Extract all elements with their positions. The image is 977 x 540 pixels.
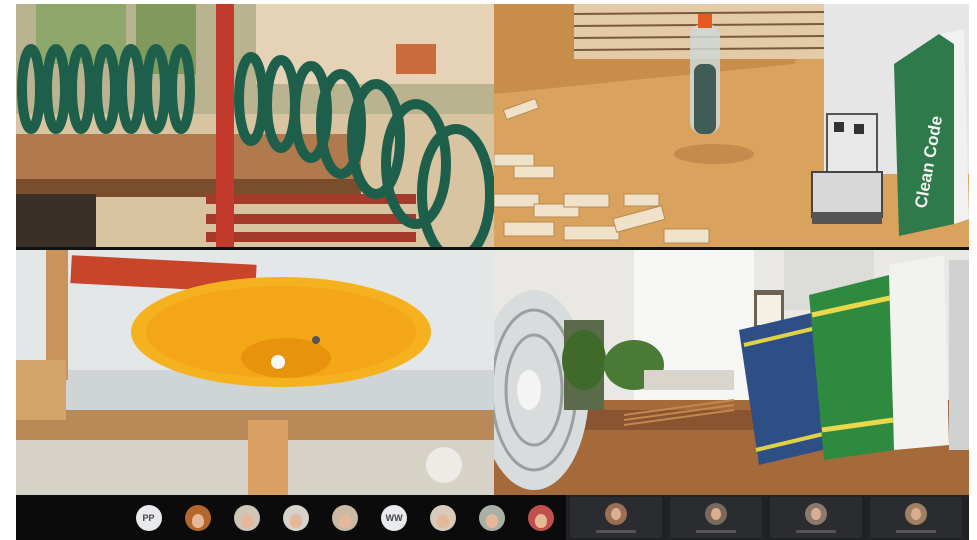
participant-slot[interactable]: PP	[124, 495, 173, 540]
participant-slot[interactable]: WW	[370, 495, 419, 540]
avatar	[479, 504, 506, 531]
avatar: WW	[381, 504, 408, 531]
video-thumbnail	[570, 497, 662, 538]
participant-slot[interactable]	[419, 495, 468, 540]
avatar: PP	[135, 504, 162, 531]
video-thumbnail	[870, 497, 962, 538]
avatar	[184, 504, 211, 531]
participant-slot[interactable]	[517, 495, 566, 540]
participant-video-thumb[interactable]	[566, 495, 666, 540]
video-call-grid: Clean Code PP WW	[16, 4, 969, 540]
participant-video-thumbnails	[566, 495, 969, 540]
participant-slot[interactable]	[468, 495, 517, 540]
avatar	[233, 504, 260, 531]
avatar	[331, 504, 358, 531]
avatar	[430, 504, 457, 531]
bottle-robot-scene: Clean Code	[494, 4, 969, 247]
avatar-initials: PP	[142, 512, 155, 523]
video-tile-fan-books[interactable]	[494, 250, 969, 495]
participant-slot[interactable]	[320, 495, 369, 540]
participant-strip: PP WW	[16, 495, 969, 540]
participant-avatars: PP WW	[16, 495, 566, 540]
participant-slot[interactable]	[271, 495, 320, 540]
video-thumbnail	[770, 497, 862, 538]
avatar-initials: WW	[385, 512, 403, 523]
fan-books-scene	[494, 250, 969, 495]
participant-video-thumb[interactable]	[866, 495, 966, 540]
video-tile-marble-spiral[interactable]	[16, 4, 494, 247]
avatar	[528, 504, 555, 531]
video-thumbnail	[670, 497, 762, 538]
participant-slot[interactable]	[222, 495, 271, 540]
video-tile-yellow-funnel[interactable]	[16, 250, 494, 495]
video-tile-bottle-robot[interactable]: Clean Code	[494, 4, 969, 247]
participant-slot[interactable]	[173, 495, 222, 540]
yellow-funnel-scene	[16, 250, 494, 495]
marble-spiral-scene	[16, 4, 494, 247]
participant-video-thumb[interactable]	[666, 495, 766, 540]
avatar	[282, 504, 309, 531]
participant-video-thumb[interactable]	[766, 495, 866, 540]
